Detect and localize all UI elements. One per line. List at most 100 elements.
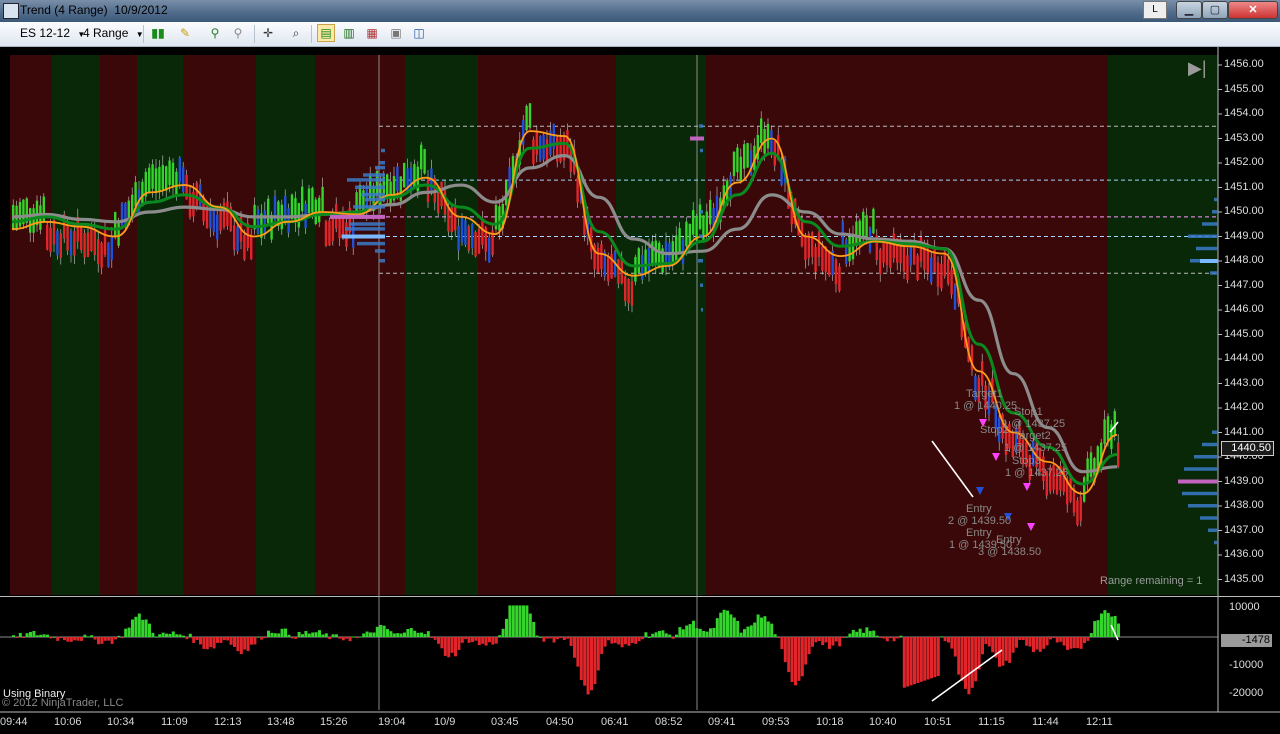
histogram-bar [851,629,855,637]
properties-icon[interactable]: ▣ [388,25,404,41]
candle-body [267,198,270,224]
indicator-current-value: -1478 [1241,634,1270,646]
histogram-bar [668,634,672,637]
price-tick-label: 1454.00 [1224,107,1264,119]
histogram-bar [930,637,933,679]
candle-body [692,210,695,235]
histogram-bar [664,633,668,637]
histogram-bar [66,637,70,642]
histogram-bar [518,605,522,637]
volume-profile-bar [1188,234,1218,238]
link-button[interactable]: L [1143,1,1167,19]
draw-tool-icon[interactable]: ⚲ [207,25,223,41]
histogram-bar [362,633,366,637]
histogram-bar [566,637,570,639]
crosshair-icon[interactable]: ✛ [260,25,276,41]
chart-trader-icon[interactable]: ▤ [317,24,335,42]
close-button[interactable]: ✕ [1228,1,1278,19]
histogram-bar [168,633,172,637]
histogram-bar [800,637,804,677]
histogram-bar [239,637,243,655]
histogram-bar [1028,637,1032,647]
histogram-bar [811,637,814,647]
wand-icon[interactable]: ⚲ [230,25,246,41]
histogram-bar [42,634,46,637]
histogram-bar [678,627,682,637]
price-chart-svg[interactable] [0,47,1280,734]
histogram-bar [287,634,291,637]
histogram-bar [188,633,192,637]
candle-body [1089,452,1093,477]
candle-body [811,232,814,257]
histogram-bar [236,637,240,652]
histogram-bar [644,632,648,637]
indicator-tick-label: 10000 [1229,601,1260,614]
maximize-button[interactable]: ▢ [1202,1,1228,19]
histogram-bar [114,637,117,640]
histogram-bar [756,614,760,637]
histogram-bar [872,630,876,637]
candle-body [576,177,579,203]
candle-body [93,230,96,256]
histogram-bar [46,634,49,637]
pencil-icon[interactable]: ✎ [177,25,193,41]
candle-body [1076,500,1079,525]
histogram-bar [630,637,634,643]
candle-body [171,162,175,188]
candle-body [175,171,178,197]
histogram-bar [865,627,869,637]
candle-body [250,234,253,259]
zoom-icon[interactable]: ⌕ [288,25,304,41]
histogram-bar [814,637,818,643]
histogram-bar [280,628,284,637]
histogram-bar [32,630,36,637]
histogram-bar [413,630,417,637]
histogram-bar [409,628,413,637]
candle-body [477,228,481,254]
candle-body [1083,477,1086,502]
order-label: Stop3 [1012,455,1041,467]
candle-body [630,281,634,306]
instrument-window-icon[interactable]: ◫ [411,25,427,41]
instrument-selector[interactable]: ES 12-12 ▼ [20,26,85,40]
candle-body [855,221,858,247]
histogram-bar [569,637,573,646]
bars-icon[interactable]: ▥ [341,25,357,41]
histogram-bar [1062,637,1066,646]
session-band [616,55,706,595]
chart-panel[interactable] [0,47,1280,734]
candle-body [396,166,399,192]
price-tick-label: 1442.00 [1224,401,1264,413]
candle-body [902,246,906,272]
period-selector[interactable]: 4 Range ▼ [83,26,144,40]
time-tick-label: 11:44 [1032,716,1059,728]
data-box-icon[interactable]: ▦ [364,25,380,41]
go-to-end-button[interactable]: ▶| [1188,57,1212,79]
histogram-bar [39,634,43,637]
candle-body [49,227,52,253]
histogram-bar [464,637,468,640]
histogram-bar [760,617,763,637]
histogram-bar [794,637,797,686]
histogram-bar [270,632,274,637]
histogram-bar [715,618,719,637]
histogram-bar [804,637,808,665]
time-tick-label: 10:06 [54,716,82,728]
histogram-bar [1100,613,1103,637]
candle-body [804,235,807,260]
histogram-bar [889,637,893,638]
price-tick-label: 1447.00 [1224,278,1264,291]
histogram-bar [596,637,600,671]
histogram-bar [862,632,865,637]
histogram-bar [661,630,665,637]
histogram-bar [216,637,219,643]
candle-body [100,243,103,268]
candle-body [1106,416,1110,441]
bar-style-icon[interactable]: ▮▮ [150,25,166,41]
candle-body [318,197,321,223]
candle-body [90,226,93,251]
histogram-bar [392,633,396,637]
candle-body [743,144,746,169]
histogram-bar [460,637,464,643]
minimize-button[interactable]: ▁ [1176,1,1202,19]
